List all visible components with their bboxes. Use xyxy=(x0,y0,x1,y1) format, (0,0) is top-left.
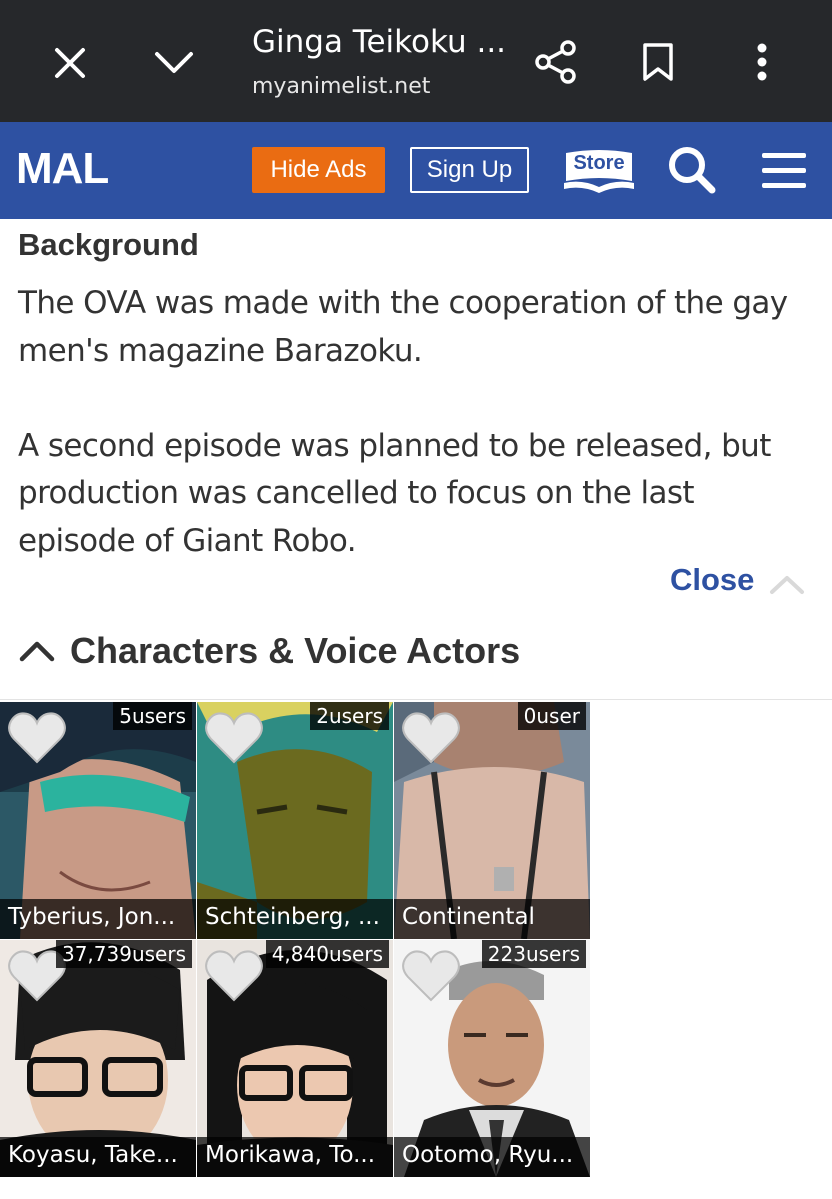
heart-icon[interactable] xyxy=(6,710,68,766)
character-name[interactable]: Tyberius, Jon... xyxy=(0,899,196,939)
store-button[interactable]: Store xyxy=(562,149,636,195)
characters-heading[interactable]: Characters & Voice Actors xyxy=(18,630,520,672)
voice-actor-name[interactable]: Koyasu, Take... xyxy=(0,1137,196,1177)
chevron-up-icon xyxy=(19,641,55,662)
close-tab-button[interactable] xyxy=(42,40,98,86)
hamburger-menu-icon xyxy=(762,153,806,188)
page-url: myanimelist.net xyxy=(252,74,431,99)
share-button[interactable] xyxy=(530,36,582,88)
voice-actor-name[interactable]: Ootomo, Ryu... xyxy=(394,1137,590,1177)
character-card[interactable]: 0user Continental xyxy=(394,702,590,939)
search-button[interactable] xyxy=(666,144,718,196)
heart-icon[interactable] xyxy=(203,710,265,766)
sign-up-button[interactable]: Sign Up xyxy=(410,147,529,193)
share-icon xyxy=(535,40,576,84)
background-text: The OVA was made with the cooperation of… xyxy=(18,280,818,565)
page-title: Ginga Teikoku ... xyxy=(252,24,507,60)
menu-button[interactable] xyxy=(758,148,810,194)
divider xyxy=(0,699,832,700)
characters-heading-label: Characters & Voice Actors xyxy=(70,630,521,671)
favorites-count: 5users xyxy=(113,702,192,730)
site-header: MAL Hide Ads Sign Up Store xyxy=(0,122,832,219)
bookmark-button[interactable] xyxy=(632,36,684,88)
heart-icon[interactable] xyxy=(400,710,462,766)
character-name[interactable]: Continental xyxy=(394,899,590,939)
heart-icon[interactable] xyxy=(203,948,265,1004)
character-card[interactable]: 2users Schteinberg, ... xyxy=(197,702,393,939)
store-label: Store xyxy=(573,152,625,174)
character-name[interactable]: Schteinberg, ... xyxy=(197,899,393,939)
background-paragraph: The OVA was made with the cooperation of… xyxy=(18,285,788,369)
search-icon xyxy=(669,147,716,194)
more-vert-icon xyxy=(757,43,767,81)
favorites-count: 37,739users xyxy=(55,940,192,968)
favorites-count: 223users xyxy=(481,940,586,968)
background-heading: Background xyxy=(18,227,199,262)
bookmark-icon xyxy=(643,43,673,81)
favorites-count: 4,840users xyxy=(265,940,389,968)
hide-ads-button[interactable]: Hide Ads xyxy=(252,147,385,193)
character-card[interactable]: 5users Tyberius, Jon... xyxy=(0,702,196,939)
voice-actor-card[interactable]: 223users Ootomo, Ryu... xyxy=(394,940,590,1177)
voice-actor-name[interactable]: Morikawa, To... xyxy=(197,1137,393,1177)
chevron-up-icon[interactable] xyxy=(768,570,806,598)
close-icon xyxy=(55,48,85,78)
voice-actor-card[interactable]: 37,739users Koyasu, Take... xyxy=(0,940,196,1177)
favorites-count: 2users xyxy=(310,702,389,730)
mal-logo[interactable]: MAL xyxy=(16,144,109,194)
close-link[interactable]: Close xyxy=(670,562,754,598)
more-options-button[interactable] xyxy=(738,36,786,88)
heart-icon[interactable] xyxy=(400,948,462,1004)
background-paragraph: A second episode was planned to be relea… xyxy=(18,427,771,559)
minimize-button[interactable] xyxy=(146,40,202,86)
chevron-down-icon xyxy=(155,52,193,73)
browser-toolbar: Ginga Teikoku ... myanimelist.net xyxy=(0,0,832,122)
favorites-count: 0user xyxy=(517,702,586,730)
voice-actor-card[interactable]: 4,840users Morikawa, To... xyxy=(197,940,393,1177)
